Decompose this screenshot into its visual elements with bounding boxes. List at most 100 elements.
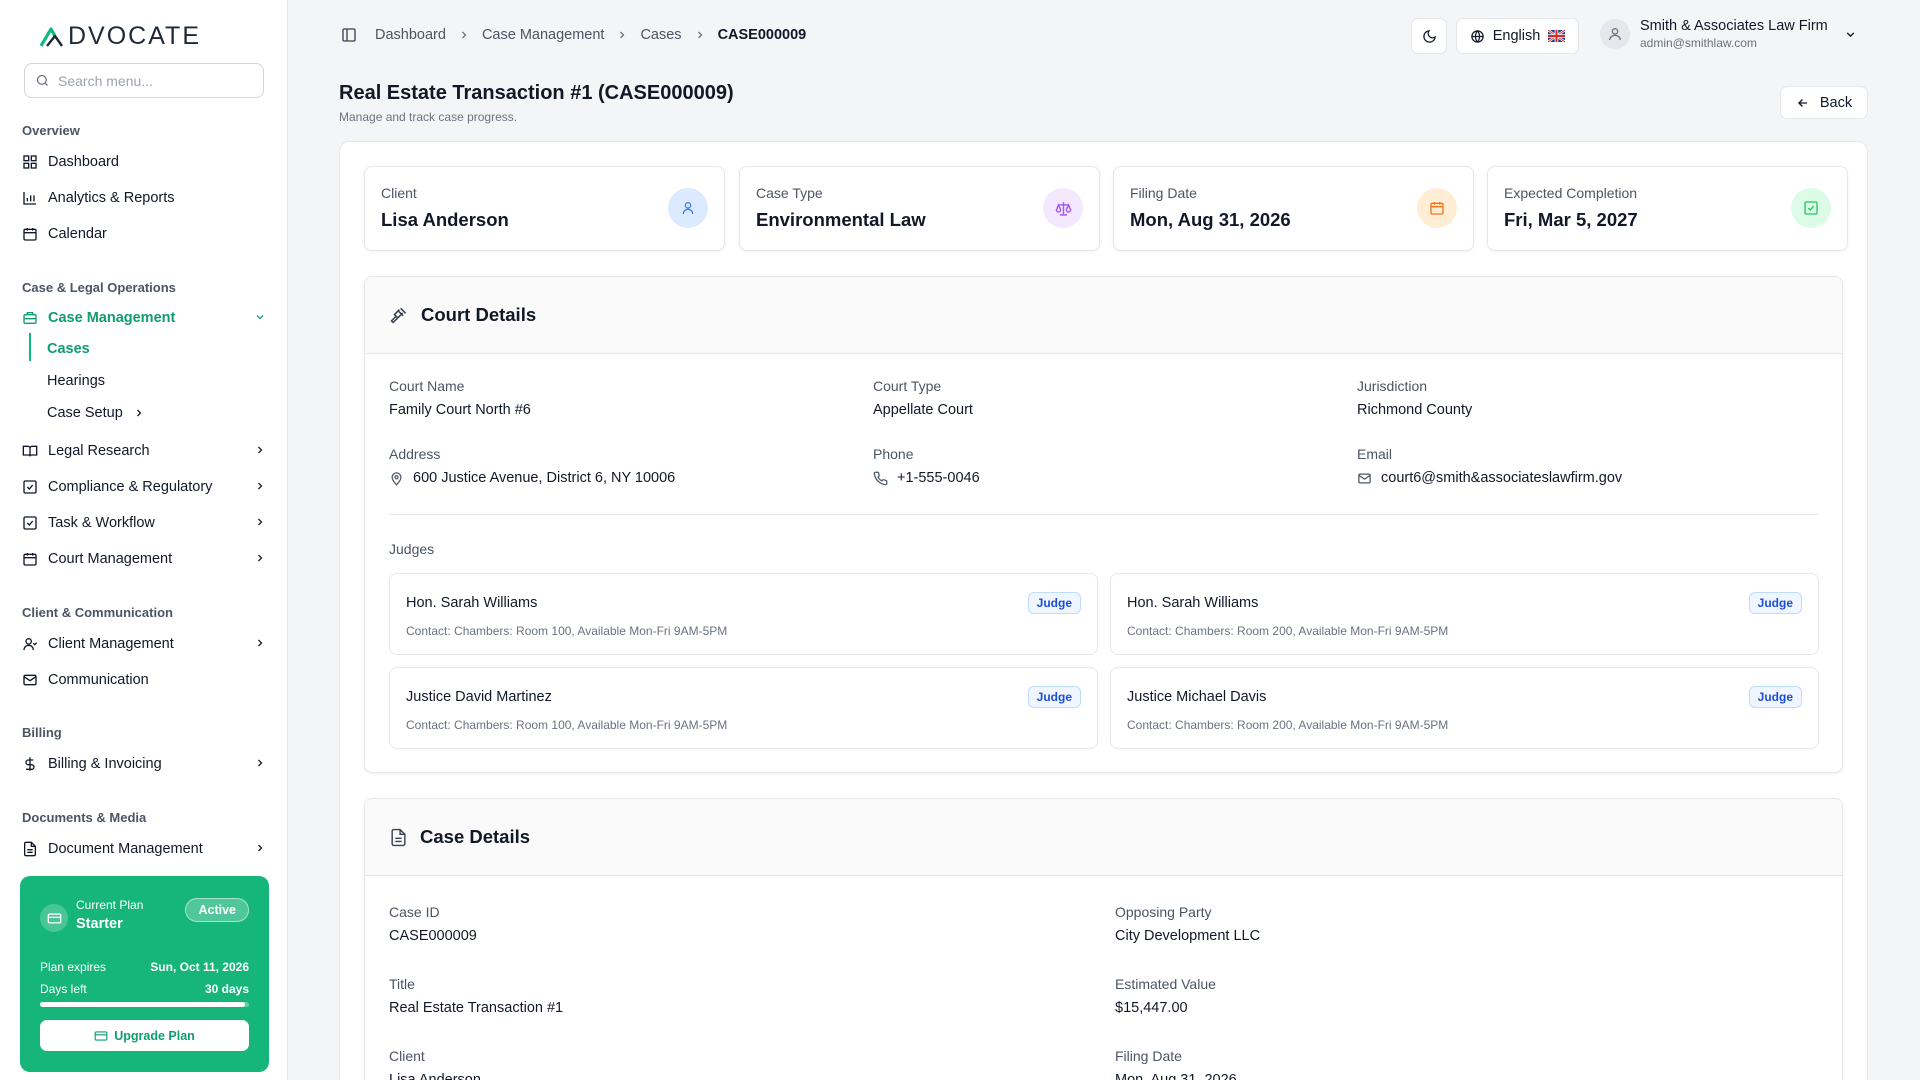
moon-icon [1422,29,1436,43]
search-input[interactable] [58,72,248,89]
active-indicator [29,333,31,361]
plan-progress-fill [40,1002,245,1007]
back-button[interactable]: Back [1780,86,1868,119]
field-opposing-party: Opposing Party City Development LLC [1115,904,1260,944]
sidebar-search[interactable] [24,63,264,98]
judge-card: Hon. Sarah Williams Judge Contact: Chamb… [1110,573,1819,655]
judges-label: Judges [389,541,434,557]
sidebar-item-label: Compliance & Regulatory [48,479,213,495]
credit-card-icon [40,904,68,932]
theme-toggle-button[interactable] [1411,18,1447,54]
breadcrumb-dashboard[interactable]: Dashboard [375,27,446,43]
plan-expires-value: Sun, Oct 11, 2026 [150,960,249,974]
user-icon [23,638,38,651]
file-text-icon [24,841,36,857]
sidebar-item-task-workflow[interactable]: Task & Workflow [22,509,266,537]
page-title: Real Estate Transaction #1 (CASE000009) [339,82,734,104]
judge-contact: Contact: Chambers: Room 100, Available M… [406,624,728,638]
sidebar-item-hearings[interactable]: Hearings [47,373,105,389]
sidebar-item-label: Task & Workflow [48,515,155,531]
sidebar-item-document-management[interactable]: Document Management [22,835,266,863]
case-details-card: Case Details Case ID CASE000009 Opposing… [364,798,1843,1080]
stat-card-filing-date: Filing Date Mon, Aug 31, 2026 [1113,166,1474,251]
sidebar-item-label: Document Management [48,841,203,857]
field-label: Filing Date [1115,1048,1182,1064]
sidebar-item-communication[interactable]: Communication [22,666,266,694]
field-estimated-value: Estimated Value $15,447.00 [1115,976,1216,1016]
field-label: Title [389,976,415,992]
stat-label: Client [381,185,417,201]
sidebar-item-case-setup[interactable]: Case Setup [47,405,145,421]
judge-badge: Judge [1748,686,1802,708]
sidebar-item-compliance[interactable]: Compliance & Regulatory [22,473,266,501]
sidebar-item-label: Dashboard [48,154,119,170]
language-selector[interactable]: English [1456,18,1579,54]
judge-badge: Judge [1748,592,1802,614]
section-billing: Billing [22,725,62,740]
stat-label: Case Type [756,185,823,201]
field-label: Court Name [389,378,465,394]
field-value: +1-555-0046 [873,470,980,486]
scale-icon [1043,188,1083,228]
stat-card-expected-completion: Expected Completion Fri, Mar 5, 2027 [1487,166,1848,251]
field-value: $15,447.00 [1115,1000,1188,1016]
upgrade-plan-button[interactable]: Upgrade Plan [40,1020,249,1051]
field-label: Email [1357,446,1393,462]
sidebar-item-billing-invoicing[interactable]: Billing & Invoicing [22,750,266,778]
app-logo[interactable]: DVOCATE [40,22,201,51]
judge-name: Hon. Sarah Williams [406,595,538,611]
breadcrumb-cases[interactable]: Cases [640,27,681,43]
user-menu[interactable]: Smith & Associates Law Firm admin@smithl… [1600,18,1857,50]
sidebar-item-court-management[interactable]: Court Management [22,545,266,573]
chevron-right-icon [258,844,263,852]
field-phone: Phone +1-555-0046 [873,446,980,486]
sidebar-item-label: Billing & Invoicing [48,756,162,772]
bar-chart-icon [23,192,36,205]
sidebar-item-legal-research[interactable]: Legal Research [22,437,266,465]
sidebar-item-label: Calendar [48,226,107,242]
chevron-right-icon [697,31,702,39]
mail-icon [1358,473,1371,483]
breadcrumb-case-management[interactable]: Case Management [482,27,605,43]
field-label: Phone [873,446,914,462]
chevron-right-icon [620,31,625,39]
chevron-right-icon [258,446,263,454]
sidebar-item-label: Communication [48,672,149,688]
sidebar-item-analytics[interactable]: Analytics & Reports [22,184,266,212]
sidebar-item-dashboard[interactable]: Dashboard [22,148,266,176]
dollar-icon [25,757,35,771]
case-details-title: Case Details [420,826,531,847]
plan-status-badge: Active [185,898,249,922]
chevron-right-icon [461,31,467,39]
chevron-down-icon [1846,31,1854,37]
map-pin-icon [391,471,402,486]
check-square-icon [1791,188,1831,228]
logo-text: DVOCATE [68,22,201,50]
breadcrumb-current: CASE000009 [717,27,807,43]
field-address: Address 600 Justice Avenue, District 6, … [389,446,675,486]
sidebar-item-client-management[interactable]: Client Management [22,630,266,658]
uk-flag-icon [1548,30,1566,42]
field-filing-date: Filing Date Mon, Aug 31, 2026 [1115,1048,1237,1080]
field-label: Judges [389,541,435,557]
judge-badge: Judge [1027,592,1081,614]
sidebar-item-label: Case Management [48,310,176,326]
user-name: Smith & Associates Law Firm [1640,18,1828,34]
sidebar-item-label: Case Setup [47,405,123,421]
field-court-name: Court Name Family Court North #6 [389,378,531,418]
field-title: Title Real Estate Transaction #1 [389,976,563,1016]
field-label: Jurisdiction [1357,378,1428,394]
field-value: Lisa Anderson [389,1072,481,1080]
sidebar-toggle-icon[interactable] [341,27,357,43]
plan-progress-bar [40,1002,249,1007]
avatar [1600,19,1630,49]
judge-badge: Judge [1027,686,1081,708]
sidebar-item-calendar[interactable]: Calendar [22,220,266,248]
sidebar-item-cases[interactable]: Cases [47,341,90,357]
current-plan-card: Current Plan Starter Active Plan expires… [20,876,269,1072]
sidebar-item-case-management[interactable]: Case Management [22,304,266,332]
search-icon [36,74,48,86]
judge-name: Justice Michael Davis [1127,689,1267,705]
stat-label: Expected Completion [1504,185,1638,201]
chevron-right-icon [258,639,263,647]
